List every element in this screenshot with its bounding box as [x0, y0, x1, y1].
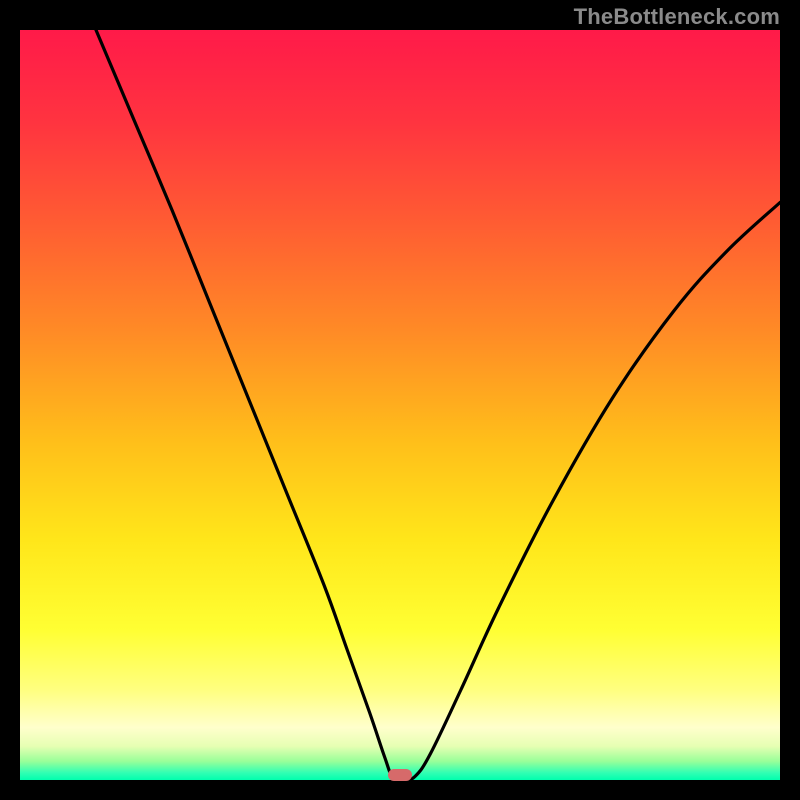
- curve-layer: [20, 30, 780, 780]
- watermark-text: TheBottleneck.com: [574, 4, 780, 30]
- plot-area: [20, 30, 780, 780]
- bottleneck-curve: [96, 30, 780, 780]
- minimum-marker: [388, 769, 412, 781]
- chart-frame: TheBottleneck.com: [0, 0, 800, 800]
